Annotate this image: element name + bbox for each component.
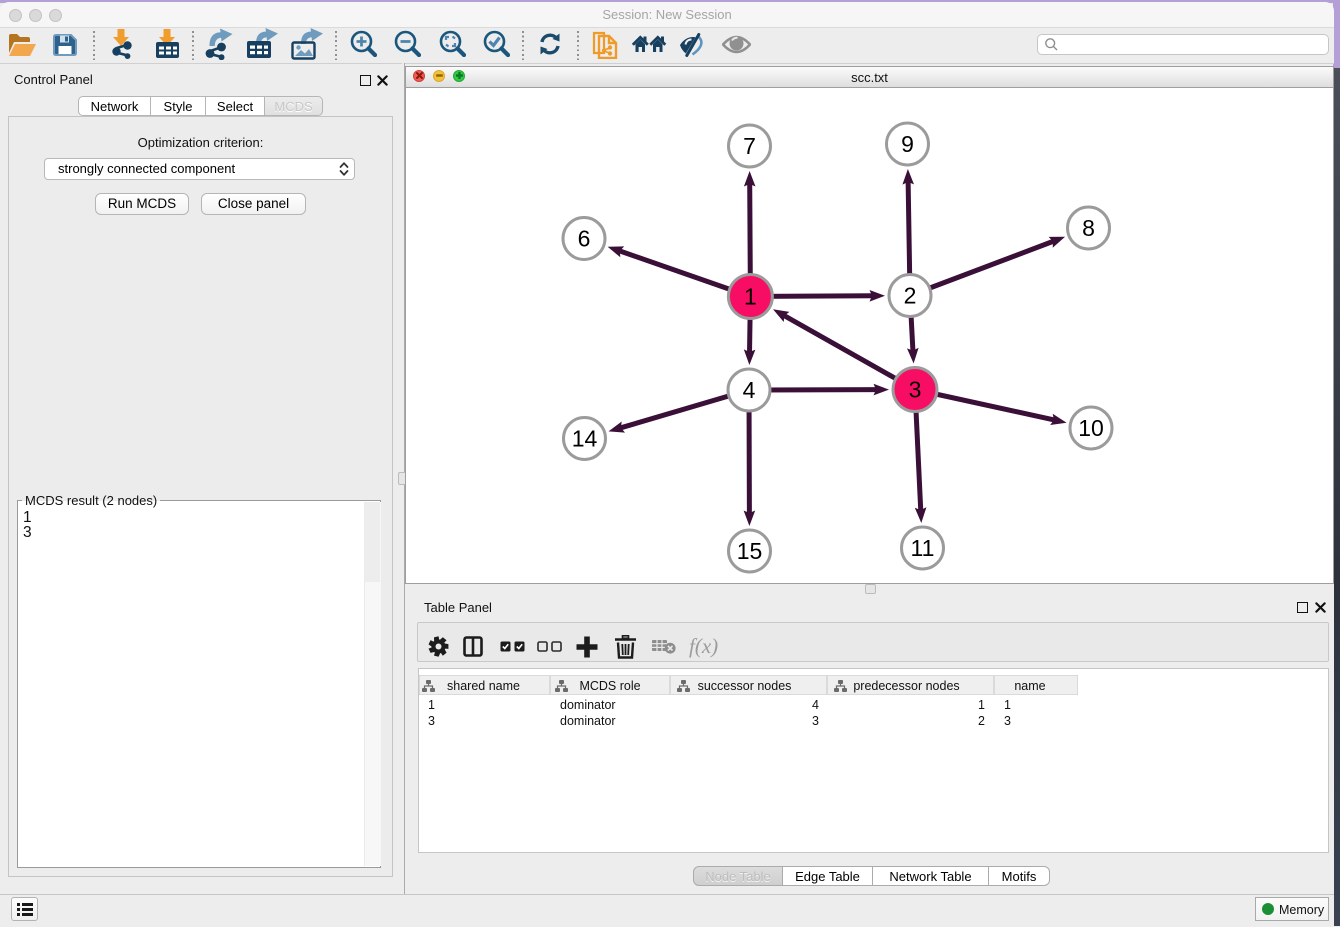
svg-text:4: 4: [743, 377, 756, 403]
svg-text:10: 10: [1078, 415, 1104, 441]
svg-text:7: 7: [743, 133, 756, 159]
svg-text:predecessor nodes: predecessor nodes: [853, 679, 959, 693]
svg-text:1: 1: [744, 284, 757, 310]
svg-text:2: 2: [904, 283, 917, 309]
svg-text:8: 8: [1082, 215, 1095, 241]
svg-text:14: 14: [572, 426, 598, 452]
svg-text:MCDS role: MCDS role: [579, 679, 640, 693]
svg-text:6: 6: [578, 226, 591, 252]
svg-text:successor nodes: successor nodes: [698, 679, 792, 693]
svg-text:11: 11: [911, 535, 935, 561]
svg-text:15: 15: [737, 538, 763, 564]
svg-text:shared name: shared name: [447, 679, 520, 693]
svg-text:9: 9: [901, 131, 914, 157]
svg-text:name: name: [1014, 679, 1045, 693]
svg-text:3: 3: [909, 377, 922, 403]
